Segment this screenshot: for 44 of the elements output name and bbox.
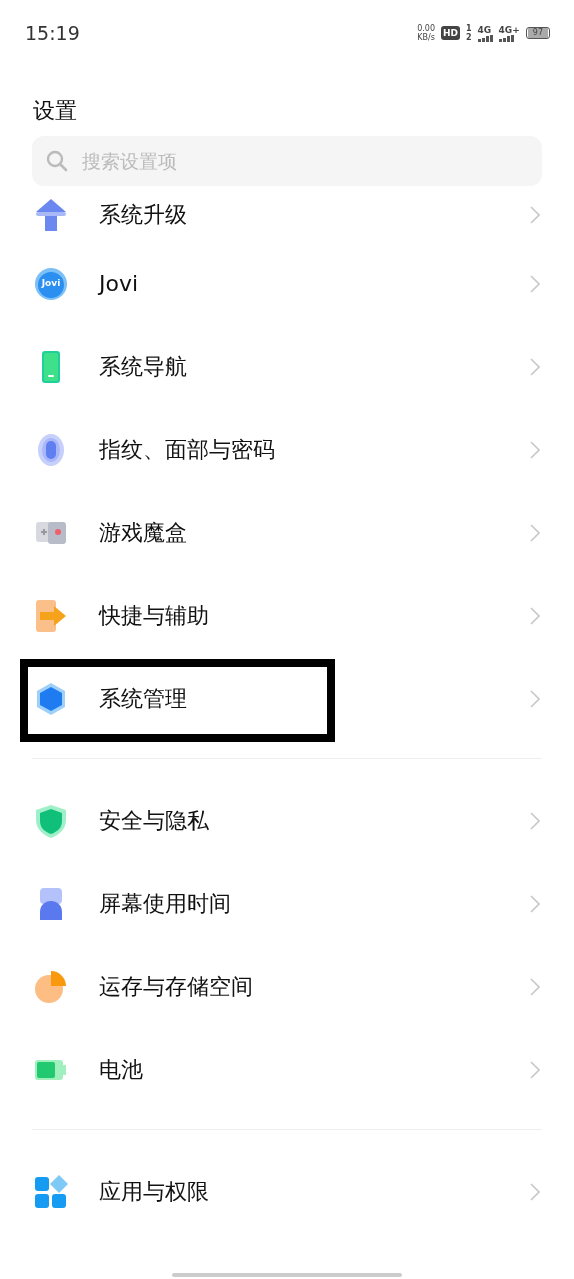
- settings-item[interactable]: 游戏魔盒: [0, 491, 574, 574]
- chevron-icon: [530, 357, 540, 376]
- chevron-icon: [530, 440, 540, 459]
- search-field[interactable]: 搜索设置项: [32, 136, 542, 186]
- arrow-right-icon: [34, 598, 68, 633]
- settings-item[interactable]: 快捷与辅助: [0, 574, 574, 657]
- settings-item[interactable]: 电池: [0, 1028, 574, 1111]
- chevron-icon: [530, 811, 540, 830]
- chevron-icon: [530, 1182, 540, 1201]
- chevron-icon: [530, 894, 540, 913]
- settings-item[interactable]: 指纹、面部与密码: [0, 408, 574, 491]
- sim-number: 2: [466, 33, 472, 42]
- chevron-icon: [530, 606, 540, 625]
- chevron-icon: [530, 977, 540, 996]
- speed-value: 0.00: [417, 24, 435, 33]
- chevron-icon: [530, 689, 540, 708]
- clock: 15:19: [25, 22, 80, 44]
- chevron-icon: [530, 1060, 540, 1079]
- shield-icon: [34, 803, 68, 838]
- network-type: 4G: [477, 24, 492, 35]
- hd-badge: HD: [441, 26, 461, 40]
- sim-number: 1: [466, 24, 472, 33]
- upload-icon: [34, 198, 68, 232]
- settings-item[interactable]: 系统升级: [0, 188, 574, 242]
- settings-item[interactable]: Jovi Jovi: [0, 242, 574, 325]
- settings-item[interactable]: 屏幕使用时间: [0, 862, 574, 945]
- settings-item[interactable]: 运存与存储空间: [0, 945, 574, 1028]
- page-title: 设置: [32, 97, 78, 125]
- settings-item[interactable]: 安全与隐私: [0, 779, 574, 862]
- chevron-icon: [530, 523, 540, 542]
- speed-unit: KB/s: [417, 33, 435, 42]
- chevron-icon: [530, 206, 540, 224]
- network-type: 4G+: [498, 24, 520, 35]
- signal-icon: [498, 34, 514, 42]
- chevron-icon: [530, 274, 540, 293]
- pie-chart-icon: [34, 969, 68, 1004]
- logo-text: Jovi: [40, 277, 62, 288]
- settings-item[interactable]: 系统管理: [0, 657, 574, 740]
- app-grid-icon: [34, 1174, 68, 1209]
- settings-item[interactable]: 系统导航: [0, 325, 574, 408]
- battery-indicator: 97: [525, 27, 550, 39]
- hexagon-icon: [34, 681, 68, 716]
- signal-icon: [477, 34, 493, 42]
- settings-item[interactable]: 应用与权限: [0, 1150, 574, 1233]
